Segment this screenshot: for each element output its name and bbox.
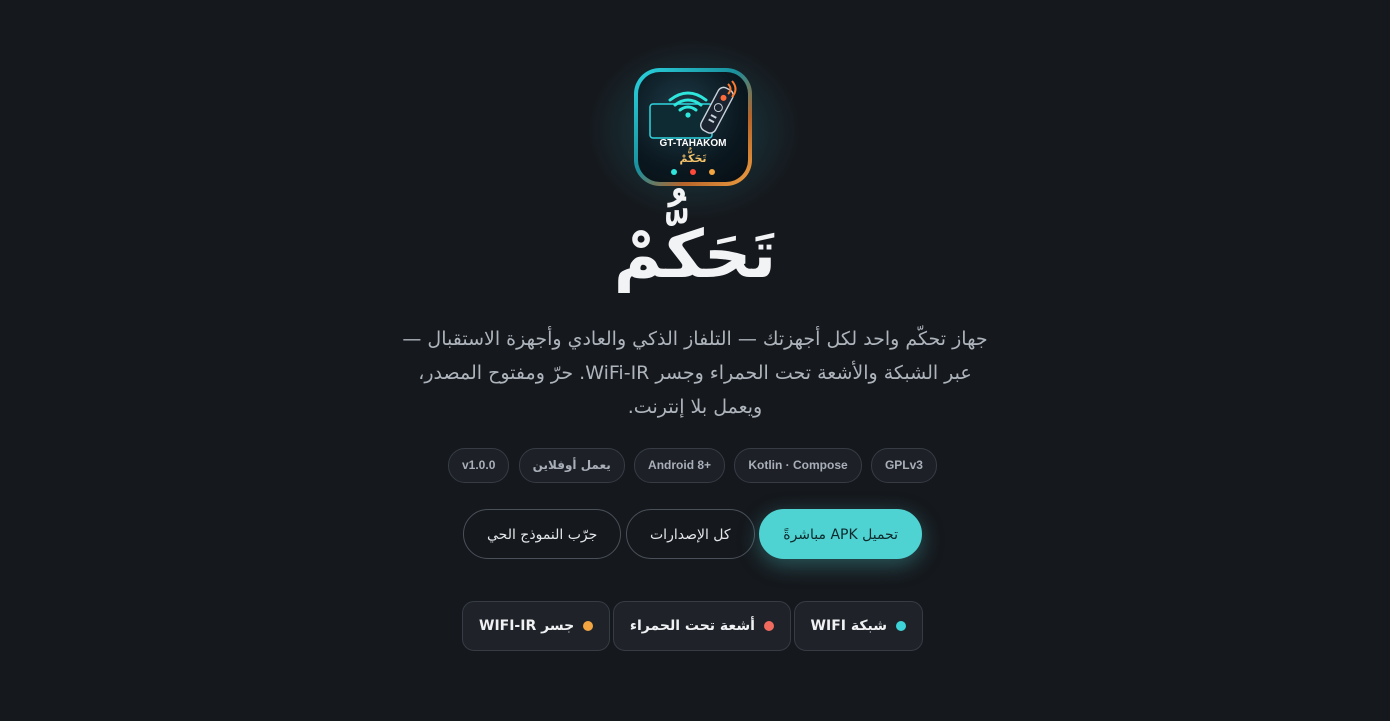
wifi-status-dot-icon	[895, 621, 906, 631]
badge-offline: يعمل أوفلاين	[518, 448, 625, 483]
badge-license: GPLv3	[870, 448, 937, 483]
tv-remote-icon	[649, 80, 737, 175]
feature-chip-label: جسر WIFI-IR	[479, 618, 575, 634]
bridge-status-dot-icon	[583, 621, 594, 631]
infrared-status-dot-icon	[763, 621, 774, 631]
badge-row: GPLv3 Kotlin · Compose Android 8+ يعمل أ…	[448, 448, 937, 483]
app-icon-arabic-name: تَحَكُّمْ	[679, 152, 707, 165]
feature-chip-wifi-ir-bridge: جسر WIFI-IR	[462, 601, 611, 651]
app-icon: GT-TAHAKOM تَحَكُّمْ	[634, 68, 752, 186]
badge-android-version: Android 8+	[634, 448, 726, 483]
app-icon-artwork: GT-TAHAKOM تَحَكُّمْ	[638, 72, 748, 182]
badge-version: v1.0.0	[448, 448, 510, 483]
badge-stack: Kotlin · Compose	[734, 448, 862, 483]
app-description: جهاز تحكّم واحد لكل أجهزتك — التلفاز الذ…	[402, 328, 988, 418]
page-title: تَحَكُّمْ	[613, 216, 777, 293]
feature-chip-label: أشعة تحت الحمراء	[629, 618, 755, 634]
feature-chips: شبكة WIFI أشعة تحت الحمراء جسر WIFI-IR	[462, 601, 923, 651]
feature-chip-wifi: شبكة WIFI	[793, 601, 923, 651]
download-apk-button[interactable]: تحميل APK مباشرةً	[759, 509, 922, 559]
live-demo-button[interactable]: جرّب النموذج الحي	[463, 509, 622, 559]
feature-chip-infrared: أشعة تحت الحمراء	[612, 601, 791, 651]
app-icon-brand: GT-TAHAKOM	[659, 138, 727, 149]
landing-page: GT-TAHAKOM تَحَكُّمْ تَحَكُّمْ جهاز تحكّ…	[0, 0, 1390, 721]
feature-chip-label: شبكة WIFI	[810, 618, 887, 634]
all-releases-button[interactable]: كل الإصدارات	[626, 509, 755, 559]
action-buttons: تحميل APK مباشرةً كل الإصدارات جرّب النم…	[463, 509, 922, 561]
